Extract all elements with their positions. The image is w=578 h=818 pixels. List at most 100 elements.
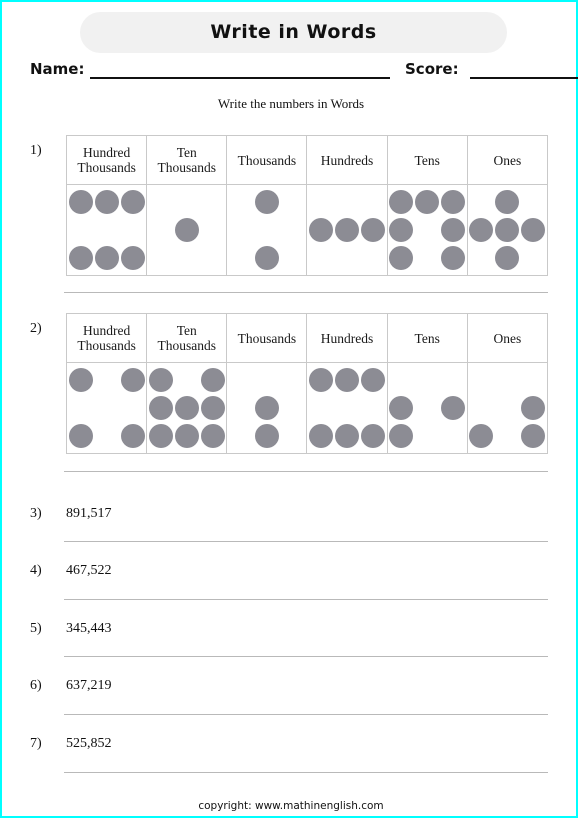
question-index: 5) [30,621,42,636]
place-value-dot [148,424,173,448]
question-index: 6) [30,678,42,693]
place-value-header-cell: Ten Thousands [146,135,228,185]
place-value-header-cell: Thousands [226,135,308,185]
place-value-dot [120,424,145,448]
question-number-value: 345,443 [66,621,112,636]
place-value-dot-slot-empty [121,218,145,242]
question-index: 2) [30,321,42,336]
place-value-dot [495,246,520,270]
place-value-dot-slot-empty [229,190,253,214]
answer-line[interactable] [64,541,548,542]
place-value-dot [415,190,440,214]
place-value-dot [68,246,93,270]
place-value-header-cell: Tens [386,135,468,185]
place-value-dot-slot-empty [175,368,199,392]
question-index: 3) [30,506,42,521]
place-value-dot [335,424,360,448]
answer-line[interactable] [64,471,548,472]
place-value-dot-slot-empty [335,190,359,214]
place-value-dot-slot-empty [149,190,173,214]
place-value-table: Hundred Thousands Ten Thousands Thousands H… [65,313,549,454]
place-value-dot [495,190,520,214]
answer-line[interactable] [64,772,548,773]
answer-line[interactable] [64,292,548,293]
place-value-header-row: Hundred Thousands Ten Thousands Thousands H… [65,313,549,363]
place-value-dot [68,368,93,392]
place-value-dot-slot-empty [175,190,199,214]
place-value-dot [148,396,173,420]
place-value-dot [521,396,546,420]
question-number-value: 891,517 [66,506,112,521]
question-number-value: 637,219 [66,678,112,693]
title-banner: Write in Words [80,12,507,53]
answer-line[interactable] [64,714,548,715]
place-value-dot-cell [226,184,308,276]
place-value-dot-slot-empty [201,246,225,270]
place-value-dot-slot-empty [415,368,439,392]
worksheet-page: Write in Words Name: Score: Write the nu… [0,0,578,818]
place-value-dot [174,424,199,448]
place-value-dot-slot-empty [149,246,173,270]
name-input-blank[interactable] [90,77,390,79]
place-value-dot-slot-empty [361,246,385,270]
place-value-dot [120,246,145,270]
place-value-dot-slot-empty [441,368,465,392]
place-value-dot-slot-empty [521,368,545,392]
question-index: 1) [30,143,42,158]
place-value-dot [200,396,225,420]
place-value-dot [521,218,546,242]
place-value-dot-slot-empty [95,396,119,420]
place-value-header-cell: Tens [386,313,468,363]
instruction-text: Write the numbers in Words [217,96,365,111]
place-value-header-cell: Ten Thousands [146,313,228,363]
score-input-blank[interactable] [470,77,578,79]
answer-line[interactable] [64,656,548,657]
place-value-dot-cell [65,184,148,276]
place-value-dot-slot-empty [281,190,305,214]
place-value-dot-slot-empty [335,396,359,420]
place-value-dot-slot-empty [469,190,493,214]
place-value-dot [94,246,119,270]
place-value-dot-slot-empty [229,246,253,270]
place-value-dot [469,424,494,448]
place-value-table: Hundred Thousands Ten Thousands Thousands H… [65,135,549,276]
place-value-dot [309,368,334,392]
place-value-dot [254,190,279,214]
place-value-dot-row [65,184,549,276]
place-value-dot [361,218,386,242]
place-value-dot [148,368,173,392]
place-value-dot-slot-empty [495,396,519,420]
place-value-dot-slot-empty [521,246,545,270]
place-value-dot-slot-empty [281,246,305,270]
name-score-row: Name: Score: [30,60,578,84]
place-value-dot-cell [466,362,549,454]
place-value-dot-slot-empty [229,218,253,242]
answer-line[interactable] [64,599,548,600]
place-value-dot-slot-empty [255,368,279,392]
place-value-dot-slot-empty [309,190,333,214]
place-value-dot [68,190,93,214]
place-value-dot [361,424,386,448]
place-value-dot-slot-empty [69,218,93,242]
place-value-dot-slot-empty [469,246,493,270]
place-value-header-row: Hundred Thousands Ten Thousands Thousands H… [65,135,549,185]
place-value-dot-cell [386,184,468,276]
place-value-dot [389,424,414,448]
place-value-dot-slot-empty [229,424,253,448]
place-value-dot [361,368,386,392]
place-value-dot-cell [306,362,388,454]
place-value-dot [389,190,414,214]
place-value-dot [469,218,494,242]
place-value-dot-slot-empty [281,396,305,420]
place-value-dot [254,396,279,420]
place-value-dot-cell [466,184,549,276]
place-value-dot-slot-empty [309,396,333,420]
place-value-dot-slot-empty [521,190,545,214]
place-value-header-cell: Hundreds [306,135,388,185]
page-title: Write in Words [210,21,377,43]
place-value-dot [200,424,225,448]
place-value-dot [441,396,466,420]
place-value-dot-slot-empty [415,424,439,448]
place-value-dot-slot-empty [201,190,225,214]
place-value-dot [120,368,145,392]
